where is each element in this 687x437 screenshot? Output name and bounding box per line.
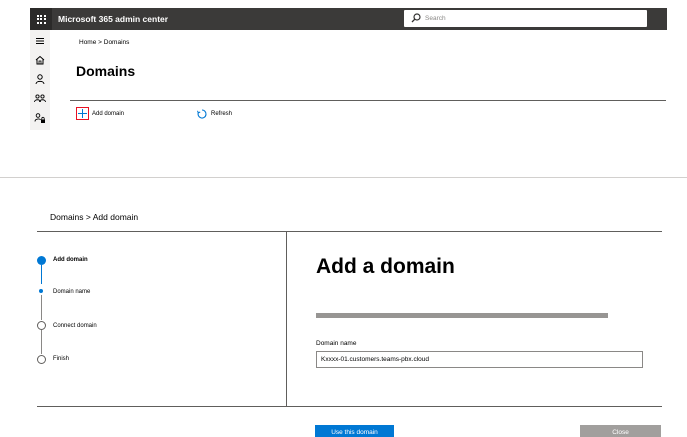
use-this-domain-button[interactable]: Use this domain <box>315 425 394 437</box>
step-connector <box>41 295 42 320</box>
section-divider <box>0 177 687 178</box>
progress-bar <box>316 313 608 318</box>
search-box[interactable]: Search <box>404 10 647 27</box>
step-label-connect-domain: Connect domain <box>53 323 97 329</box>
add-domain-button[interactable]: Add domain <box>76 107 124 120</box>
close-button[interactable]: Close <box>580 425 661 437</box>
step-connector <box>41 265 42 284</box>
step-label-domain-name: Domain name <box>53 289 91 295</box>
refresh-button[interactable]: Refresh <box>197 108 232 120</box>
step-current-icon <box>37 256 46 265</box>
add-domain-label: Add domain <box>92 110 125 117</box>
user-lock-icon[interactable] <box>34 112 46 124</box>
wizard-vertical-divider <box>286 231 287 407</box>
breadcrumb: Home > Domains <box>79 39 130 46</box>
step-connector <box>41 330 42 354</box>
home-icon[interactable] <box>34 54 46 66</box>
page-title: Domains <box>76 63 136 79</box>
search-icon <box>411 13 421 23</box>
group-icon[interactable] <box>34 92 46 104</box>
highlight-box <box>76 107 89 120</box>
refresh-icon <box>197 109 207 119</box>
wizard-top-divider <box>37 231 662 232</box>
refresh-label: Refresh <box>211 111 233 117</box>
step-label-finish: Finish <box>53 356 70 362</box>
wizard-title: Add a domain <box>316 255 455 278</box>
plus-icon <box>78 109 87 118</box>
domain-name-input[interactable] <box>316 351 643 368</box>
app-title: Microsoft 365 admin center <box>58 14 169 24</box>
user-icon[interactable] <box>34 73 46 85</box>
app-launcher-button[interactable] <box>30 8 52 30</box>
step-pending-icon <box>37 321 46 330</box>
domain-name-label: Domain name <box>316 340 357 347</box>
step-label-add-domain: Add domain <box>53 257 88 263</box>
waffle-icon <box>36 14 46 24</box>
divider <box>70 100 666 101</box>
search-placeholder: Search <box>425 15 446 22</box>
wizard-breadcrumb: Domains > Add domain <box>50 212 139 222</box>
hamburger-icon[interactable] <box>34 35 46 47</box>
step-pending-icon <box>37 355 46 364</box>
top-bar: Microsoft 365 admin center Search <box>30 8 667 30</box>
wizard-bottom-divider <box>37 406 662 407</box>
step-sub-dot-icon <box>39 289 43 293</box>
left-navigation <box>30 30 50 130</box>
